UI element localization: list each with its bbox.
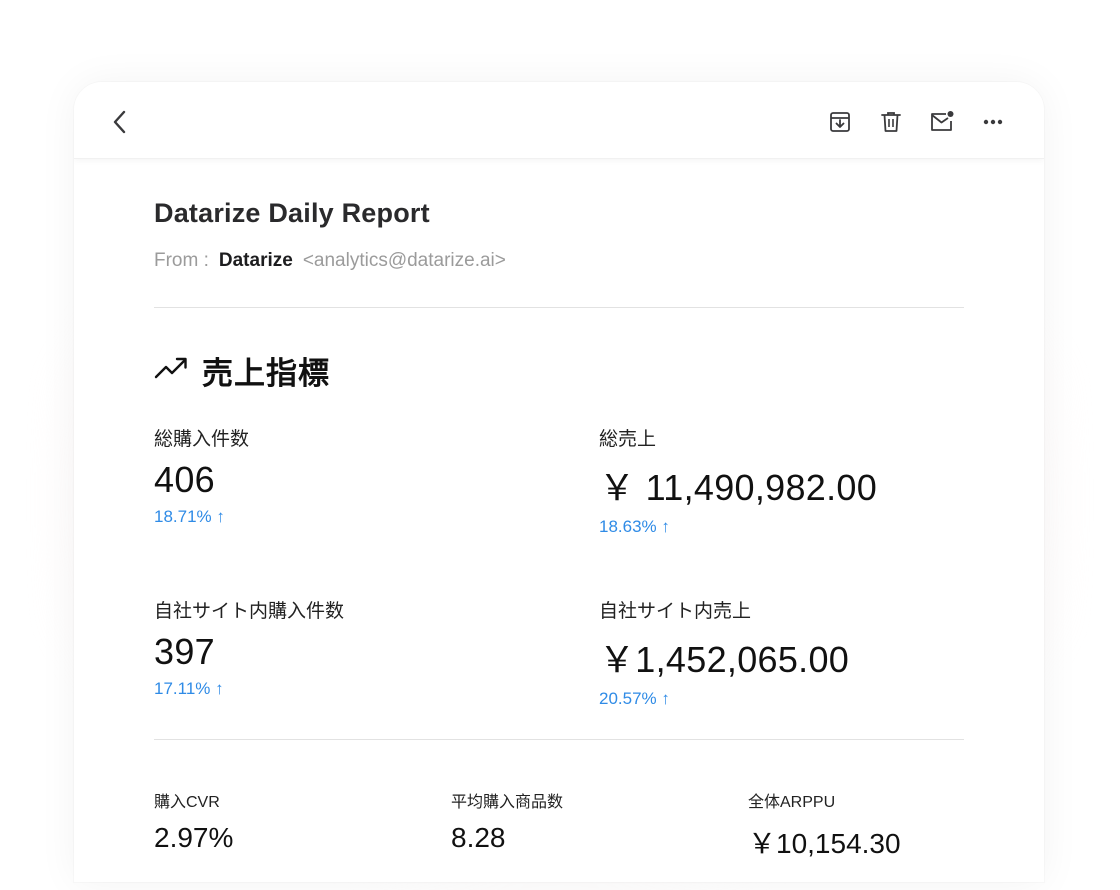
more-button[interactable]: [979, 108, 1007, 136]
sender-name[interactable]: Datarize: [219, 250, 293, 271]
mark-unread-button[interactable]: [928, 108, 956, 136]
metric-value: 397: [154, 631, 215, 672]
metric-avg-items: 平均購入商品数 8.28: [451, 788, 563, 854]
metric-label: 総購入件数: [154, 429, 250, 450]
trash-icon: [879, 110, 903, 134]
sender-email[interactable]: <analytics@datarize.ai>: [303, 250, 506, 271]
metric-total-purchases: 総購入件数 406 18.71% ↑: [154, 424, 249, 527]
email-window: Datarize Daily Report From : Datarize <ana…: [74, 82, 1044, 882]
back-icon: [112, 109, 128, 135]
metric-label: 総売上: [599, 429, 657, 450]
metric-site-sales: 自社サイト内売上 ￥1,452,065.00 20.57% ↑: [599, 596, 849, 709]
metric-site-purchases: 自社サイト内購入件数 397 17.11% ↑: [154, 596, 344, 699]
metric-label: 購入CVR: [154, 794, 220, 811]
mail-unread-icon: [929, 110, 955, 134]
metric-label: 全体ARPPU: [748, 794, 836, 811]
toolbar: [74, 82, 1044, 159]
metric-label: 自社サイト内売上: [599, 601, 752, 622]
header-divider: [154, 307, 964, 308]
more-icon: [982, 118, 1004, 126]
metric-value: ￥10,154.30: [748, 828, 901, 859]
section-title: 売上指標: [202, 356, 330, 391]
metric-change: 18.63% ↑: [599, 517, 670, 536]
delete-button[interactable]: [877, 108, 905, 136]
trending-up-icon: [154, 355, 188, 386]
metric-change: 17.11% ↑: [154, 679, 224, 698]
metric-arppu: 全体ARPPU ￥10,154.30: [748, 788, 901, 862]
metric-value: 2.97%: [154, 822, 234, 853]
from-label: From :: [154, 250, 209, 271]
metric-label: 平均購入商品数: [451, 794, 564, 811]
metric-purchase-cvr: 購入CVR 2.97%: [154, 788, 233, 854]
archive-icon: [828, 110, 852, 134]
back-button[interactable]: [106, 108, 134, 136]
metrics-divider: [154, 739, 964, 740]
metric-label: 自社サイト内購入件数: [154, 601, 345, 622]
metric-value: 406: [154, 459, 215, 500]
archive-button[interactable]: [826, 108, 854, 136]
metric-change: 20.57% ↑: [599, 689, 670, 708]
email-subject: Datarize Daily Report: [154, 198, 430, 228]
section-header: 売上指標: [154, 348, 330, 393]
metric-change: 18.71% ↑: [154, 507, 225, 526]
sender-line: From : Datarize <analytics@datarize.ai>: [154, 250, 506, 272]
metric-value: ￥ 11,490,982.00: [599, 467, 878, 508]
metric-value: ￥1,452,065.00: [599, 639, 850, 680]
metric-value: 8.28: [451, 822, 506, 853]
metric-total-sales: 総売上 ￥ 11,490,982.00 18.63% ↑: [599, 424, 877, 537]
